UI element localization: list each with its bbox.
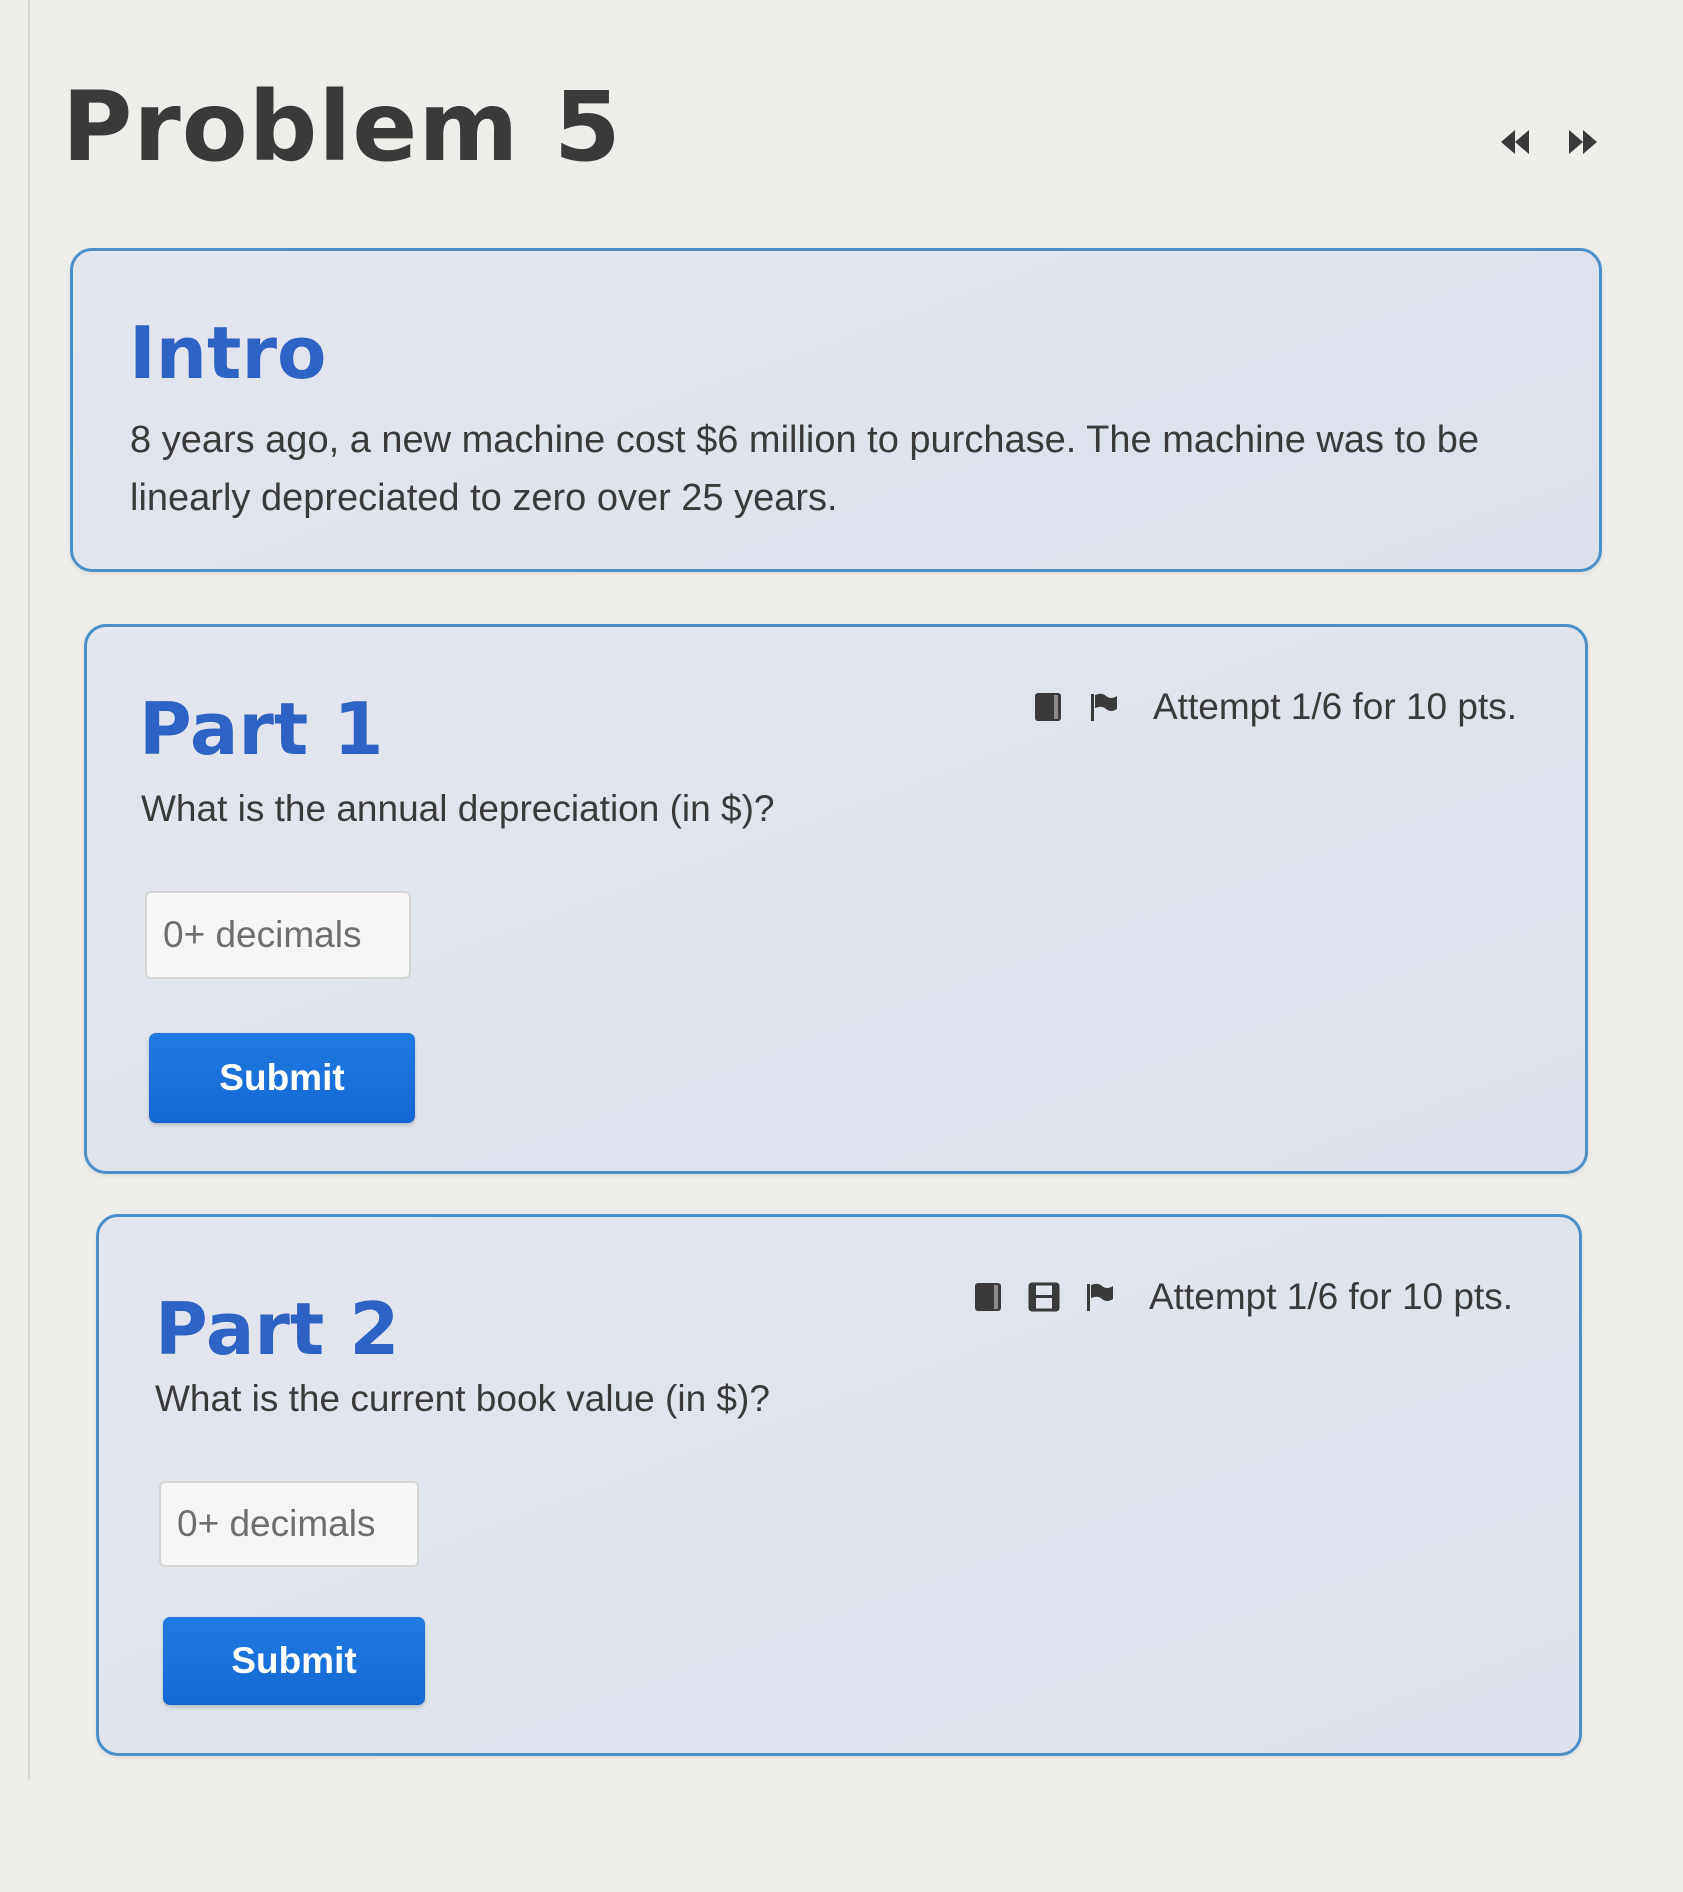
attempt-status: Attempt 1/6 for 10 pts. xyxy=(1153,686,1518,727)
divider xyxy=(28,0,30,1780)
double-chevron-left-icon xyxy=(1498,128,1532,161)
answer-input[interactable] xyxy=(159,1481,419,1567)
part-1-title: Part 1 xyxy=(139,687,384,771)
answer-input[interactable] xyxy=(145,891,411,979)
page-title: Problem 5 xyxy=(62,71,622,183)
part-2-title: Part 2 xyxy=(155,1287,400,1371)
submit-button[interactable]: Submit xyxy=(149,1033,415,1123)
notebook-icon[interactable] xyxy=(1031,690,1065,724)
next-problem-button[interactable] xyxy=(1563,124,1603,164)
prev-problem-button[interactable] xyxy=(1495,124,1535,164)
intro-card: Intro 8 years ago, a new machine cost $6… xyxy=(70,248,1602,572)
notebook-icon[interactable] xyxy=(971,1280,1005,1314)
intro-title: Intro xyxy=(129,311,327,395)
part-2-question: What is the current book value (in $)? xyxy=(155,1378,770,1419)
part-1-card: Part 1 Attempt 1/6 for 10 pts. What is t… xyxy=(84,624,1588,1174)
video-icon[interactable] xyxy=(1027,1280,1061,1314)
flag-icon[interactable] xyxy=(1087,690,1121,724)
part-1-question: What is the annual depreciation (in $)? xyxy=(141,788,775,829)
part-2-toolbar: Attempt 1/6 for 10 pts. xyxy=(971,1273,1513,1321)
part-1-toolbar: Attempt 1/6 for 10 pts. xyxy=(1031,683,1517,731)
submit-button[interactable]: Submit xyxy=(163,1617,425,1705)
problem-nav xyxy=(1495,124,1603,164)
attempt-status: Attempt 1/6 for 10 pts. xyxy=(1149,1276,1514,1317)
double-chevron-right-icon xyxy=(1566,128,1600,161)
part-2-card: Part 2 Attempt 1/6 for 10 pts. What is t… xyxy=(96,1214,1582,1756)
flag-icon[interactable] xyxy=(1083,1280,1117,1314)
intro-text: 8 years ago, a new machine cost $6 milli… xyxy=(130,419,1480,519)
page: Problem 5 Intro 8 years ago, a new machi… xyxy=(0,0,1683,1892)
